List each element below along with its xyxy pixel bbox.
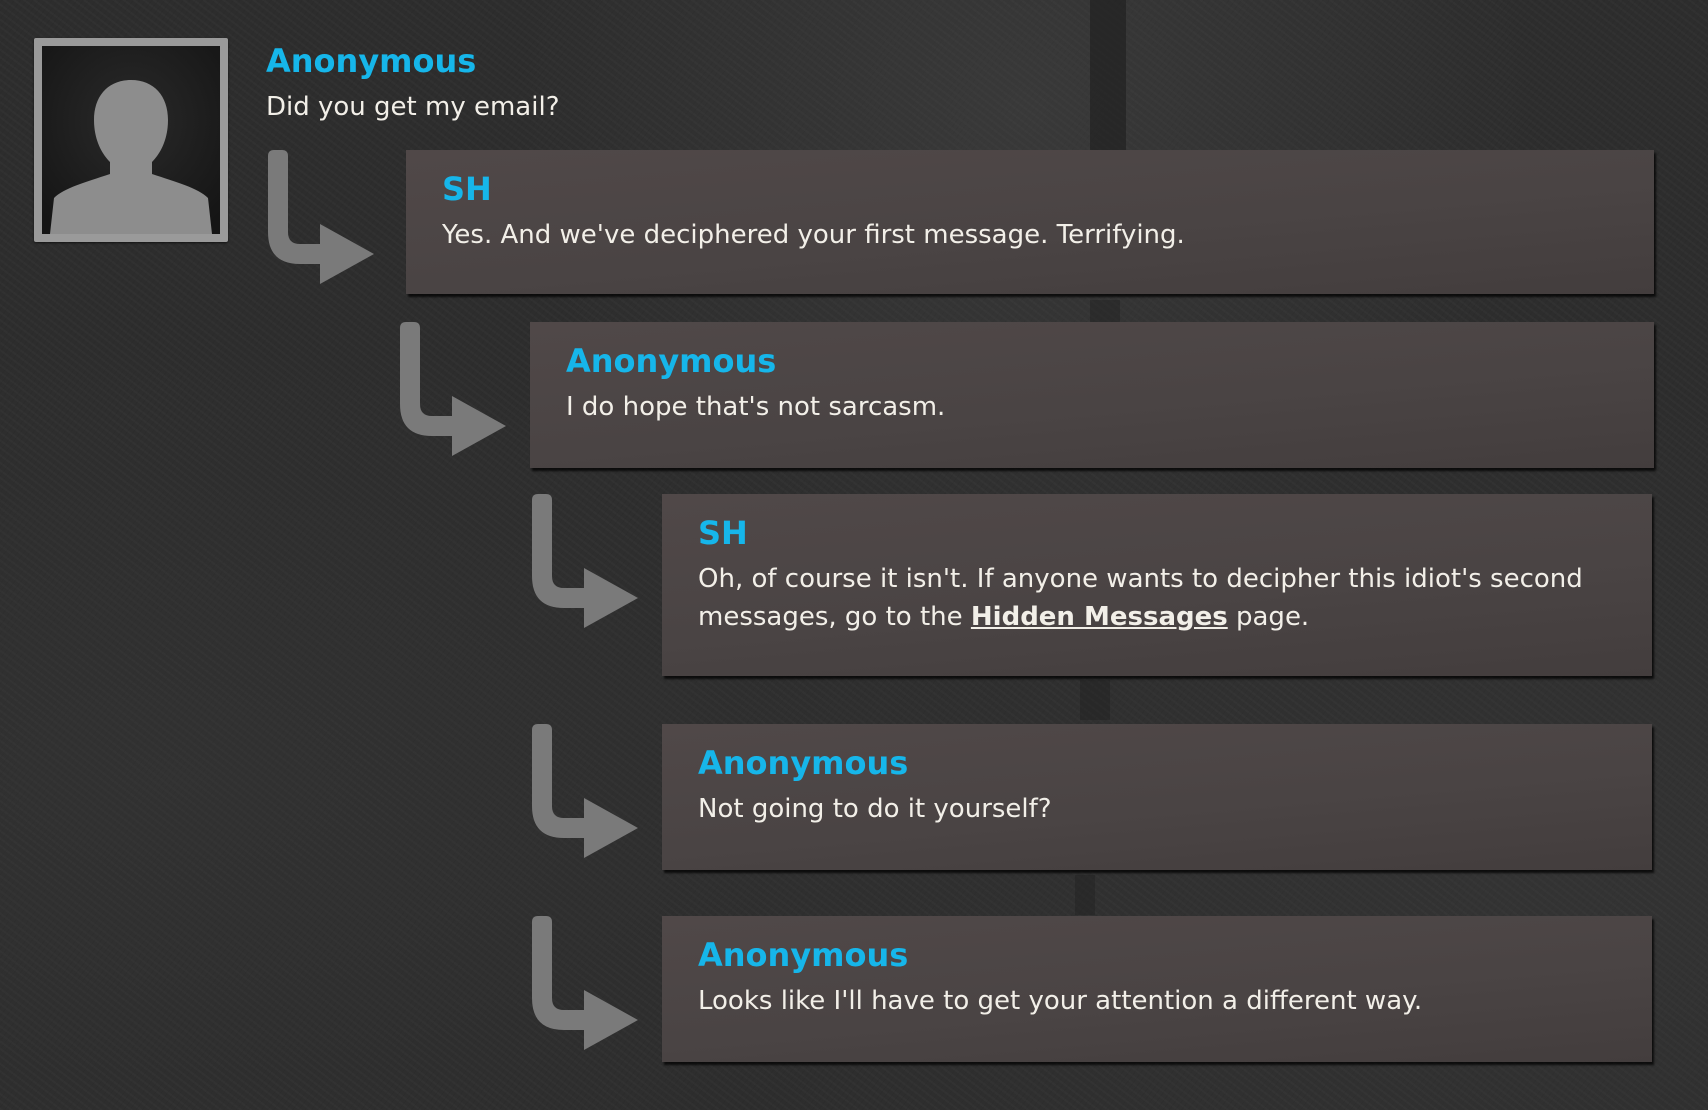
reply-bubble: Anonymous I do hope that's not sarcasm. [530, 322, 1654, 468]
reply-text: Not going to do it yourself? [698, 794, 1052, 824]
background-streak [1090, 0, 1126, 150]
user-silhouette-icon [42, 46, 220, 234]
background-streak [1080, 680, 1110, 720]
reply-text: Oh, of course it isn't. If anyone wants … [698, 560, 1616, 636]
reply-author[interactable]: SH [698, 514, 1616, 552]
reply-author[interactable]: Anonymous [698, 936, 1616, 974]
post-author[interactable]: Anonymous [266, 42, 560, 80]
reply-arrow-icon [532, 916, 638, 1050]
reply-author[interactable]: Anonymous [698, 744, 1616, 782]
reply-bubble: Anonymous Looks like I'll have to get yo… [662, 916, 1652, 1062]
avatar [34, 38, 228, 242]
reply-bubble: SH Oh, of course it isn't. If anyone wan… [662, 494, 1652, 676]
reply-text: Looks like I'll have to get your attenti… [698, 986, 1423, 1016]
reply-arrow-icon [400, 322, 506, 456]
reply-bubble: SH Yes. And we've deciphered your first … [406, 150, 1654, 294]
reply-arrow-icon [532, 724, 638, 858]
reply-author[interactable]: SH [442, 170, 1618, 208]
reply-text-after: page. [1236, 602, 1310, 632]
post-text: Did you get my email? [266, 92, 560, 122]
reply-arrow-icon [268, 150, 374, 284]
reply-text: I do hope that's not sarcasm. [566, 392, 946, 422]
reply-author[interactable]: Anonymous [566, 342, 1618, 380]
hidden-messages-link[interactable]: Hidden Messages [971, 602, 1228, 632]
background-streak [1075, 875, 1095, 915]
reply-arrow-icon [532, 494, 638, 628]
reply-text: Yes. And we've deciphered your first mes… [442, 220, 1185, 250]
reply-bubble: Anonymous Not going to do it yourself? [662, 724, 1652, 870]
top-post: Anonymous Did you get my email? [266, 42, 560, 126]
